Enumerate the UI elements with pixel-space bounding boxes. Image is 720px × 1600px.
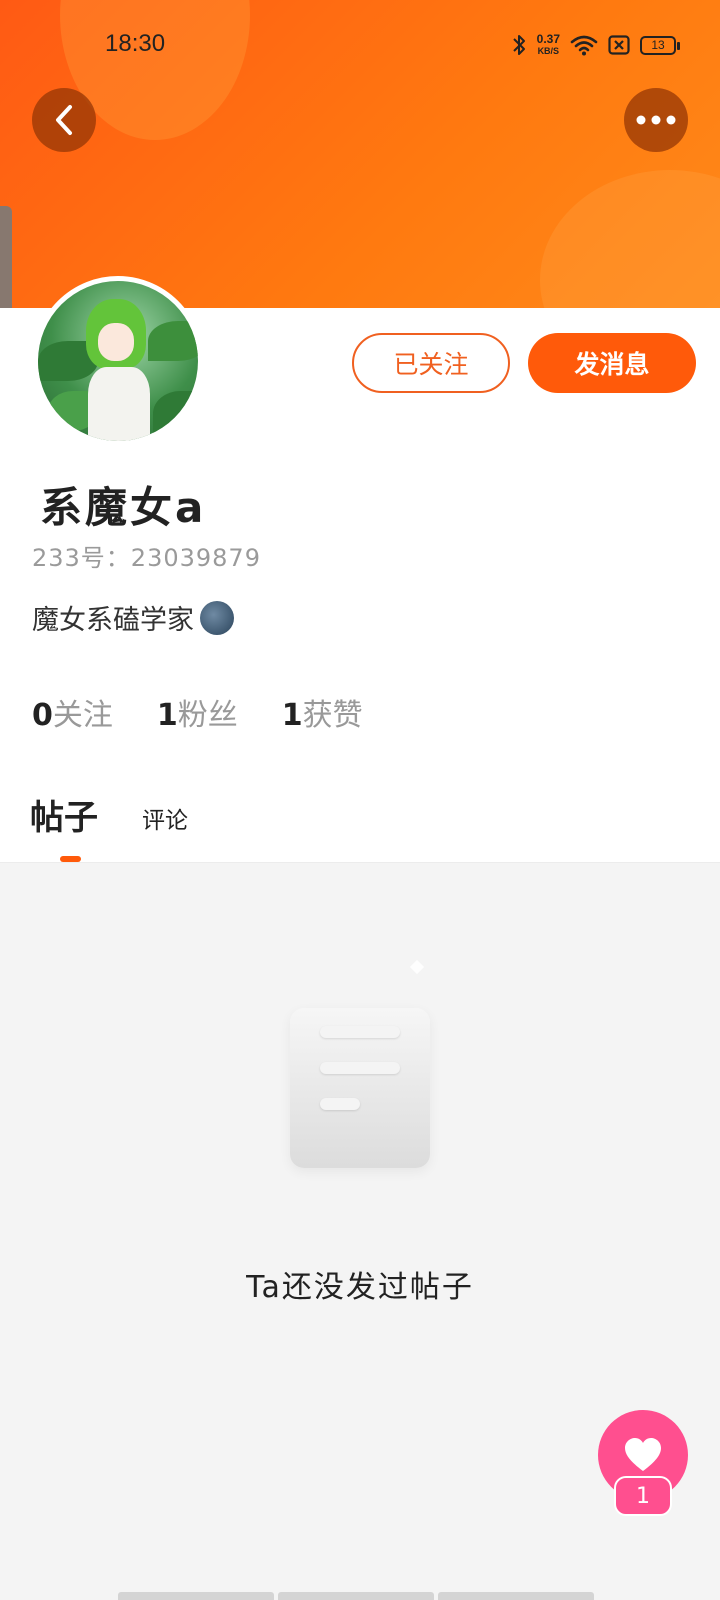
bluetooth-icon [512,35,525,55]
chevron-left-icon [56,105,72,135]
avatar[interactable] [33,276,203,446]
stat-fans[interactable]: 1粉丝 [157,690,238,734]
sparkle-icon [409,959,425,975]
following-button[interactable]: 已关注 [352,333,510,393]
divider [0,862,720,863]
status-icons: 0.37 KB/S 13 [511,30,680,60]
moon-emoji-icon [200,600,234,635]
user-bio: 魔女系磕学家 [32,598,234,637]
send-message-button[interactable]: 发消息 [528,333,696,393]
stat-following[interactable]: 0关注 [32,690,113,734]
battery-indicator: 13 [640,35,680,55]
banner-decoration [540,170,720,310]
wifi-icon [570,35,598,56]
stat-likes[interactable]: 1获赞 [282,690,363,734]
content-tabs: 帖子 评论 [30,790,188,839]
username: 系魔女a [40,483,207,532]
empty-state-text: Ta还没发过帖子 [246,1270,474,1305]
profile-stats: 0关注 1粉丝 1获赞 [32,690,363,734]
user-id: 233号：23039879 [32,544,261,572]
status-time: 18:30 [105,30,166,57]
more-horizontal-icon [636,115,676,125]
tab-posts[interactable]: 帖子 [30,790,98,839]
bottom-navigation-indicator [118,1592,594,1600]
like-count-badge: 1 [614,1476,672,1516]
back-button[interactable] [32,88,96,152]
empty-document-illustration [290,1008,430,1168]
status-bar: 18:30 0.37 KB/S 13 [0,20,720,70]
more-options-button[interactable] [624,88,688,152]
network-speed: 0.37 KB/S [536,32,560,56]
tab-comments[interactable]: 评论 [142,801,188,839]
sim-card-off-icon [608,35,630,55]
heart-icon [625,1438,661,1471]
